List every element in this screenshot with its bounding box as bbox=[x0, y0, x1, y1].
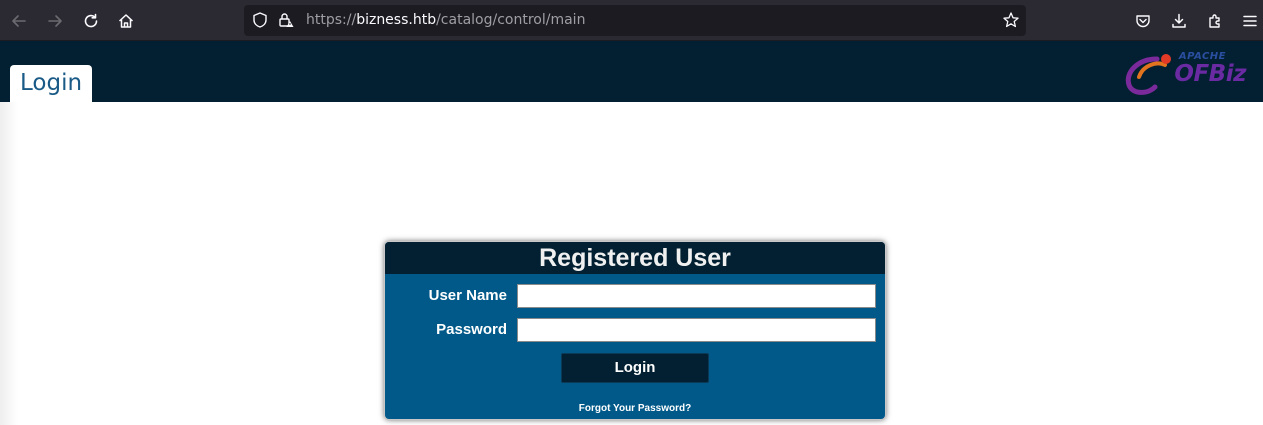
pocket-button[interactable] bbox=[1130, 8, 1156, 34]
logo-ofbiz-text: OFBiz bbox=[1174, 61, 1246, 87]
password-label: Password bbox=[436, 321, 507, 338]
reload-icon bbox=[84, 13, 98, 28]
url-text[interactable]: https://bizness.htb/catalog/control/main bbox=[306, 12, 585, 28]
login-submit-button[interactable]: Login bbox=[561, 353, 709, 383]
app-menu-button[interactable] bbox=[1237, 8, 1263, 34]
login-panel-title: Registered User bbox=[385, 242, 885, 274]
home-icon bbox=[118, 14, 134, 28]
forgot-password-link[interactable]: Forgot Your Password? bbox=[385, 403, 885, 414]
extensions-icon bbox=[1209, 14, 1220, 28]
tab-login[interactable]: Login bbox=[10, 65, 93, 102]
username-label: User Name bbox=[428, 287, 507, 304]
shield-icon[interactable] bbox=[251, 11, 269, 29]
extensions-button[interactable] bbox=[1202, 8, 1228, 34]
home-button[interactable] bbox=[113, 8, 139, 34]
address-bar[interactable]: https://bizness.htb/catalog/control/main bbox=[244, 5, 1026, 36]
downloads-button[interactable] bbox=[1166, 8, 1192, 34]
password-input[interactable] bbox=[517, 318, 876, 342]
bookmark-star-icon[interactable] bbox=[1002, 11, 1020, 29]
url-path: /catalog/control/main bbox=[436, 12, 586, 28]
pocket-icon bbox=[1136, 15, 1150, 28]
url-scheme: https:// bbox=[306, 12, 357, 28]
page-left-shade bbox=[0, 102, 18, 425]
ofbiz-logo[interactable]: APACHE OFBiz bbox=[1123, 51, 1248, 97]
back-arrow-icon bbox=[12, 15, 26, 27]
download-icon bbox=[1172, 13, 1186, 28]
app-header: Login bbox=[0, 41, 1263, 102]
back-button[interactable] bbox=[6, 8, 32, 34]
lock-warning-icon[interactable] bbox=[277, 11, 295, 29]
forward-arrow-icon bbox=[48, 15, 62, 27]
reload-button[interactable] bbox=[78, 8, 104, 34]
forward-button[interactable] bbox=[42, 8, 68, 34]
browser-toolbar: https://bizness.htb/catalog/control/main bbox=[0, 0, 1263, 41]
username-row: User Name bbox=[385, 284, 885, 308]
menu-icon bbox=[1243, 15, 1257, 27]
url-host: bizness.htb bbox=[356, 12, 437, 28]
username-input[interactable] bbox=[517, 284, 876, 308]
password-row: Password bbox=[385, 318, 885, 342]
login-panel: Registered User User Name Password Login… bbox=[384, 241, 886, 420]
